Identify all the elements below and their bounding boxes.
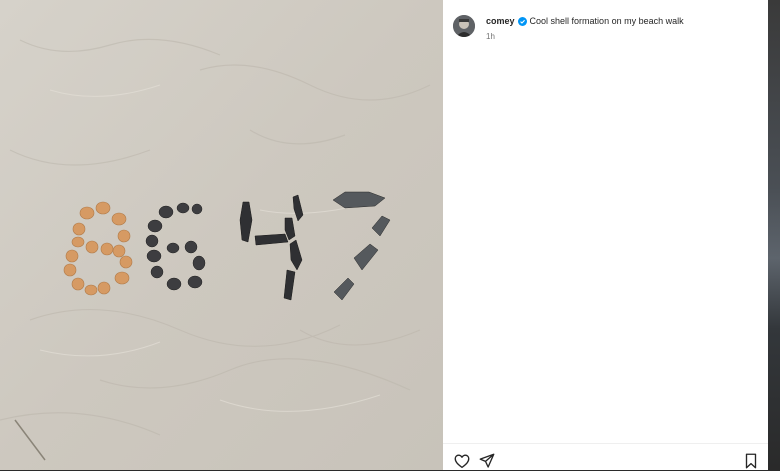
feed-backdrop — [768, 0, 780, 470]
bookmark-icon[interactable] — [742, 452, 760, 470]
avatar[interactable] — [453, 15, 475, 37]
avatar-photo-icon — [453, 15, 475, 37]
post-timestamp[interactable]: 1h — [486, 32, 495, 41]
post-side-panel: comey Cool shell formation on my beach w… — [443, 0, 768, 470]
caption-text: Cool shell formation on my beach walk — [529, 16, 684, 26]
heart-outline-icon[interactable] — [453, 452, 471, 470]
post-header: comey Cool shell formation on my beach w… — [453, 14, 758, 44]
paper-plane-icon[interactable] — [478, 452, 496, 470]
post-image[interactable] — [0, 0, 443, 470]
sand-shell-photo — [0, 0, 443, 470]
verified-badge-icon — [517, 16, 527, 26]
post-action-bar — [443, 443, 768, 471]
username-link[interactable]: comey — [486, 16, 515, 26]
caption-line: comey Cool shell formation on my beach w… — [486, 16, 684, 26]
